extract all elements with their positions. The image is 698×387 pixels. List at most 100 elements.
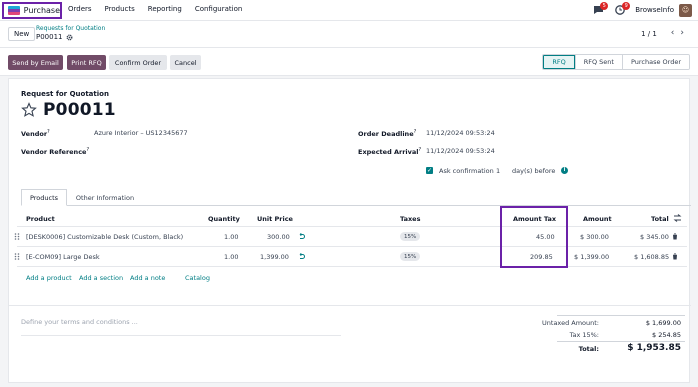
total-value: $ 1,953.85 bbox=[627, 343, 681, 353]
column-options-icon[interactable] bbox=[673, 214, 682, 222]
menu-reporting[interactable]: Reporting bbox=[148, 5, 182, 13]
pager-prev-icon[interactable]: ‹ bbox=[671, 29, 675, 38]
activities-badge: 9 bbox=[622, 2, 631, 10]
order-deadline-label: Order Deadline? bbox=[358, 129, 417, 139]
cancel-button[interactable]: Cancel bbox=[170, 55, 201, 70]
main-menu: Orders Products Reporting Configuration bbox=[68, 5, 255, 13]
cell-product[interactable]: [DESK0006] Customizable Desk (Custom, Bl… bbox=[26, 233, 183, 241]
cell-amount: $ 1,399.00 bbox=[574, 253, 610, 261]
activities-button[interactable]: 9 bbox=[613, 2, 631, 17]
messages-badge: 5 bbox=[600, 2, 609, 10]
pager-next-icon[interactable]: › bbox=[680, 29, 684, 38]
app-menu-purchase[interactable]: Purchase bbox=[2, 2, 62, 19]
pager: 1 / 1 ‹ › bbox=[641, 29, 684, 38]
systray: 5 9 BrowseInfo ☺ bbox=[591, 2, 692, 17]
add-note-link[interactable]: Add a note bbox=[130, 274, 165, 282]
menu-configuration[interactable]: Configuration bbox=[195, 5, 242, 13]
order-deadline-field[interactable]: 11/12/2024 09:53:24 bbox=[426, 129, 495, 137]
vendor-field[interactable]: Azure Interior – US12345677 bbox=[94, 129, 188, 137]
header-divider bbox=[17, 226, 687, 227]
untaxed-amount-label: Untaxed Amount: bbox=[542, 319, 599, 327]
cell-unit-price[interactable]: 1,399.00 bbox=[260, 253, 289, 261]
reset-price-icon[interactable] bbox=[298, 253, 305, 260]
gear-icon[interactable] bbox=[66, 34, 73, 41]
app-grid-icon bbox=[8, 6, 20, 15]
totals-divider bbox=[557, 341, 685, 342]
terms-input[interactable]: Define your terms and conditions ... bbox=[21, 318, 341, 336]
column-quantity[interactable]: Quantity bbox=[208, 215, 240, 223]
control-panel: New Requests for Quotation P00011 1 / 1 … bbox=[0, 21, 698, 48]
send-by-email-button[interactable]: Send by Email bbox=[8, 55, 63, 70]
breadcrumb-current-label: P00011 bbox=[36, 33, 63, 41]
menu-products[interactable]: Products bbox=[105, 5, 135, 13]
app-name: Purchase bbox=[23, 6, 60, 15]
new-button[interactable]: New bbox=[8, 27, 36, 41]
cell-total: $ 1,608.85 bbox=[634, 253, 670, 261]
totals-divider bbox=[557, 315, 685, 316]
column-product[interactable]: Product bbox=[26, 215, 55, 223]
cell-quantity[interactable]: 1.00 bbox=[224, 253, 238, 261]
cell-unit-price[interactable]: 300.00 bbox=[267, 233, 290, 241]
column-taxes[interactable]: Taxes bbox=[400, 215, 420, 223]
breadcrumb-parent[interactable]: Requests for Quotation bbox=[36, 25, 105, 32]
row-divider bbox=[17, 246, 687, 247]
ask-confirmation-suffix: day(s) before bbox=[512, 167, 556, 175]
breadcrumb-current: P00011 bbox=[36, 33, 105, 41]
print-rfq-button[interactable]: Print RFQ bbox=[67, 55, 106, 70]
ask-confirmation-label: Ask confirmation bbox=[439, 167, 494, 175]
cell-quantity[interactable]: 1.00 bbox=[224, 233, 238, 241]
status-bar: RFQ RFQ Sent Purchase Order bbox=[542, 54, 690, 70]
amount-tax-highlight bbox=[500, 206, 568, 268]
confirm-order-button[interactable]: Confirm Order bbox=[109, 55, 167, 70]
breadcrumb: Requests for Quotation P00011 bbox=[36, 25, 105, 41]
tax-badge[interactable]: 15% bbox=[400, 232, 421, 241]
document-title: P00011 bbox=[43, 100, 116, 120]
reset-price-icon[interactable] bbox=[298, 233, 305, 240]
user-avatar[interactable]: ☺ bbox=[679, 3, 692, 17]
tax-amount-label: Tax 15%: bbox=[569, 331, 599, 339]
trash-icon[interactable] bbox=[672, 233, 678, 240]
pager-count[interactable]: 1 / 1 bbox=[641, 30, 657, 38]
notebook-tabs: Products Other Information bbox=[21, 189, 691, 206]
footer-divider bbox=[9, 305, 691, 306]
action-bar: Send by Email Print RFQ Confirm Order Ca… bbox=[0, 48, 698, 76]
vendor-label: Vendor? bbox=[21, 129, 50, 139]
vendor-reference-field[interactable] bbox=[94, 147, 334, 155]
drag-handle-icon[interactable] bbox=[14, 253, 20, 260]
ask-confirmation-checkbox[interactable]: ✓ bbox=[426, 167, 433, 174]
add-product-link[interactable]: Add a product bbox=[26, 274, 72, 282]
info-icon[interactable]: i bbox=[561, 167, 568, 174]
tab-products[interactable]: Products bbox=[21, 189, 67, 206]
vendor-reference-label: Vendor Reference? bbox=[21, 147, 90, 157]
stage-purchase-order[interactable]: Purchase Order bbox=[621, 55, 689, 69]
menu-orders[interactable]: Orders bbox=[68, 5, 92, 13]
form-sheet: Request for Quotation P00011 Vendor? Azu… bbox=[8, 78, 691, 383]
messages-button[interactable]: 5 bbox=[591, 2, 609, 17]
title-row: P00011 bbox=[21, 100, 116, 120]
tab-other-information[interactable]: Other Information bbox=[67, 189, 143, 206]
column-amount[interactable]: Amount bbox=[583, 215, 612, 223]
top-navbar: Purchase Orders Products Reporting Confi… bbox=[0, 0, 698, 21]
document-type-label: Request for Quotation bbox=[21, 90, 109, 98]
column-total[interactable]: Total bbox=[651, 215, 669, 223]
cell-total: $ 345.00 bbox=[640, 233, 669, 241]
company-switcher[interactable]: BrowseInfo bbox=[635, 6, 674, 14]
star-icon[interactable] bbox=[21, 102, 37, 118]
untaxed-amount-value: $ 1,699.00 bbox=[645, 319, 681, 327]
catalog-link[interactable]: Catalog bbox=[185, 274, 210, 282]
expected-arrival-field[interactable]: 11/12/2024 09:53:24 bbox=[426, 147, 495, 155]
cell-amount: $ 300.00 bbox=[580, 233, 609, 241]
trash-icon[interactable] bbox=[672, 253, 678, 260]
tax-amount-value: $ 254.85 bbox=[652, 331, 681, 339]
total-label: Total: bbox=[578, 345, 599, 353]
tax-badge[interactable]: 15% bbox=[400, 252, 421, 261]
column-unit-price[interactable]: Unit Price bbox=[257, 215, 293, 223]
add-section-link[interactable]: Add a section bbox=[79, 274, 123, 282]
cell-product[interactable]: [E-COM09] Large Desk bbox=[26, 253, 100, 261]
ask-confirmation-days-input[interactable]: 1 bbox=[496, 167, 500, 175]
stage-rfq[interactable]: RFQ bbox=[543, 55, 575, 69]
row-divider bbox=[17, 266, 687, 267]
stage-rfq-sent[interactable]: RFQ Sent bbox=[574, 55, 622, 69]
expected-arrival-label: Expected Arrival? bbox=[358, 147, 422, 157]
drag-handle-icon[interactable] bbox=[14, 233, 20, 240]
